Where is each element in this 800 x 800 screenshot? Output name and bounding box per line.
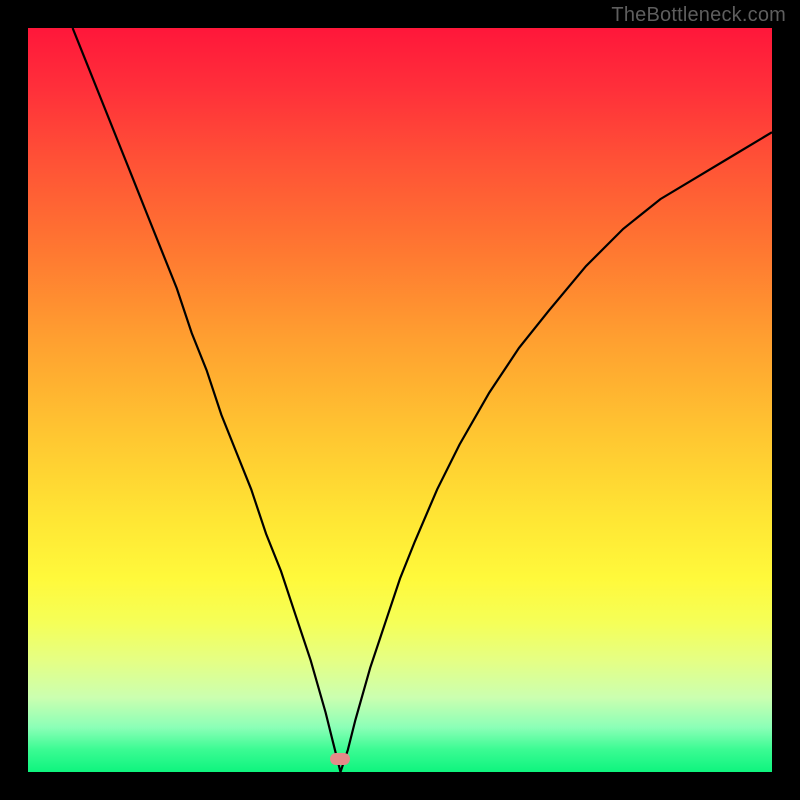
curve-path <box>73 28 772 772</box>
chart-frame: TheBottleneck.com <box>0 0 800 800</box>
plot-area <box>28 28 772 772</box>
bottleneck-curve <box>28 28 772 772</box>
watermark-text: TheBottleneck.com <box>611 4 786 27</box>
optimum-marker <box>330 753 350 765</box>
